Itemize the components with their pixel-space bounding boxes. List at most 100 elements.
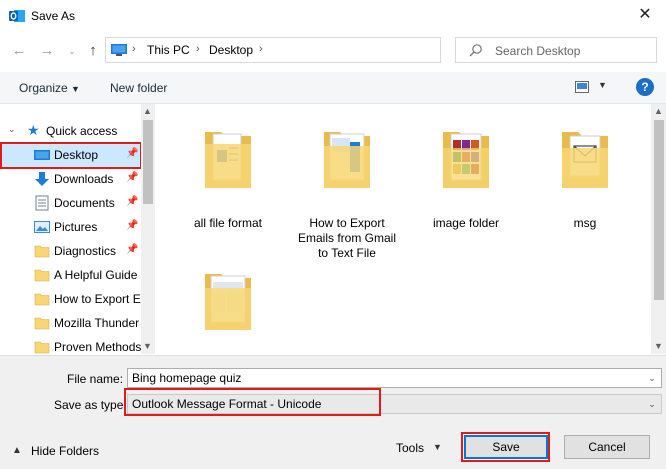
tools-button[interactable]: Tools: [396, 441, 424, 455]
save-form: File name: Bing homepage quiz ⌄ Save as …: [0, 355, 666, 469]
recent-locations-chevron-icon[interactable]: ⌄: [63, 42, 81, 60]
sidebar-item-diagnostics[interactable]: Diagnostics 📌: [0, 239, 140, 263]
window-title: Save As: [31, 9, 76, 23]
breadcrumb-separator-icon: ›: [196, 43, 200, 55]
nav-scrollbar[interactable]: ▲ ▼: [141, 104, 155, 354]
folder-item[interactable]: image folder: [411, 112, 521, 252]
star-icon: ★: [27, 122, 40, 138]
title-bar: Save As ✕: [0, 0, 666, 32]
sidebar-item-pictures[interactable]: Pictures 📌: [0, 215, 140, 239]
pin-icon: 📌: [126, 148, 139, 159]
tools-chevron-down-icon[interactable]: ▼: [433, 442, 442, 452]
quick-access-label: Quick access: [46, 124, 118, 138]
search-icon: [469, 44, 482, 57]
sidebar-item-label: Desktop: [54, 148, 99, 162]
sidebar-item-folder[interactable]: How to Export E: [0, 287, 141, 311]
file-list: all file format How to Export Emails fro…: [157, 104, 651, 354]
scroll-up-icon[interactable]: ▲: [652, 106, 665, 116]
collapse-chevron-icon[interactable]: ⌄: [8, 124, 16, 135]
forward-arrow-icon[interactable]: →: [38, 42, 56, 60]
scroll-up-icon[interactable]: ▲: [141, 106, 154, 116]
folder-item[interactable]: all file format: [173, 112, 283, 252]
breadcrumb-desktop[interactable]: Desktop: [209, 43, 253, 57]
file-name-value: Bing homepage quiz: [132, 371, 242, 385]
breadcrumb-this-pc[interactable]: This PC: [147, 43, 190, 57]
file-name: How to Export Emails from Gmail to Text …: [297, 216, 396, 260]
chevron-up-icon[interactable]: ▲: [12, 445, 22, 456]
address-bar[interactable]: › This PC › Desktop › ▾ ↻: [105, 37, 537, 63]
save-as-type-select[interactable]: Outlook Message Format - Unicode ⌄: [127, 394, 662, 414]
folder-icon: [34, 293, 50, 306]
save-as-type-value: Outlook Message Format - Unicode: [132, 397, 322, 411]
folder-icon: [34, 341, 50, 354]
sidebar-item-label: How to Export E: [54, 292, 141, 306]
pictures-icon: [34, 221, 50, 233]
sidebar-item-desktop[interactable]: Desktop 📌: [0, 143, 140, 167]
search-box[interactable]: Search Desktop: [455, 37, 657, 63]
folder-icon: [34, 269, 50, 282]
pin-icon: 📌: [126, 244, 139, 255]
quick-access-item[interactable]: ⌄ ★ Quick access: [0, 119, 140, 143]
folder-icon: [562, 132, 608, 188]
sidebar-item-folder[interactable]: Proven Methods: [0, 335, 142, 354]
search-input[interactable]: Search Desktop: [495, 44, 580, 58]
back-arrow-icon[interactable]: ←: [10, 42, 28, 60]
save-as-type-label: Save as type:: [54, 398, 127, 412]
sidebar-item-folder[interactable]: Mozilla Thunder: [0, 311, 140, 335]
sidebar-item-label: Documents: [54, 196, 115, 210]
command-bar: Organize ▼ New folder ▼ ?: [0, 72, 666, 104]
file-name: msg: [573, 216, 597, 230]
sidebar-item-label: Downloads: [54, 172, 114, 186]
sidebar-item-label: Proven Methods: [54, 340, 142, 354]
pin-icon: 📌: [126, 220, 139, 231]
close-icon[interactable]: ✕: [630, 4, 660, 28]
files-scrollbar[interactable]: ▲ ▼: [651, 104, 666, 354]
scroll-down-icon[interactable]: ▼: [141, 341, 154, 351]
desktop-icon: [34, 150, 50, 160]
cancel-button[interactable]: Cancel: [564, 435, 650, 459]
nav-scroll-thumb[interactable]: [143, 120, 153, 204]
outlook-app-icon: [9, 10, 25, 22]
pin-icon: 📌: [126, 196, 139, 207]
navigation-pane: ⌄ ★ Quick access Desktop 📌 Downloads 📌 D…: [0, 104, 155, 354]
document-icon: [35, 195, 49, 211]
folder-icon: [443, 132, 489, 188]
view-options-icon[interactable]: [575, 81, 589, 93]
sidebar-item-label: A Helpful Guide: [54, 268, 138, 282]
this-pc-icon: [111, 44, 127, 56]
up-arrow-icon[interactable]: ↑: [84, 42, 102, 60]
folder-item[interactable]: msg: [530, 112, 640, 252]
file-name: image folder: [432, 216, 500, 230]
folder-icon: [34, 317, 50, 330]
files-scroll-thumb[interactable]: [654, 120, 664, 300]
folder-icon: [205, 274, 251, 330]
folder-icon: [324, 132, 370, 188]
breadcrumb-separator-icon: ›: [259, 43, 263, 55]
file-name-label: File name:: [67, 372, 124, 386]
organize-label: Organize: [19, 81, 68, 95]
sidebar-item-documents[interactable]: Documents 📌: [0, 191, 140, 215]
sidebar-item-folder[interactable]: A Helpful Guide: [0, 263, 140, 287]
chevron-down-icon[interactable]: ⌄: [645, 371, 659, 385]
folder-icon: [205, 132, 251, 188]
view-dropdown-chevron-icon[interactable]: ▼: [598, 80, 607, 90]
hide-folders-button[interactable]: Hide Folders: [31, 444, 99, 458]
sidebar-item-downloads[interactable]: Downloads 📌: [0, 167, 140, 191]
folder-item[interactable]: How to Export Emails from Gmail to Text …: [292, 112, 402, 260]
breadcrumb-separator-icon: ›: [132, 43, 136, 55]
help-icon[interactable]: ?: [636, 78, 654, 96]
file-name-field[interactable]: Bing homepage quiz ⌄: [127, 368, 662, 388]
save-button[interactable]: Save: [464, 435, 548, 459]
new-folder-button[interactable]: New folder: [110, 81, 167, 95]
file-name: all file format: [193, 216, 263, 230]
chevron-down-icon[interactable]: ⌄: [645, 397, 659, 411]
folder-icon: [34, 245, 50, 258]
sidebar-item-label: Diagnostics: [54, 244, 117, 258]
organize-button[interactable]: Organize ▼: [19, 81, 80, 95]
chevron-down-icon: ▼: [71, 84, 80, 94]
sidebar-item-label: Pictures: [54, 220, 98, 234]
pin-icon: 📌: [126, 172, 139, 183]
scroll-down-icon[interactable]: ▼: [652, 341, 665, 351]
sidebar-item-label: Mozilla Thunder: [54, 316, 140, 330]
download-arrow-icon: [35, 172, 49, 186]
